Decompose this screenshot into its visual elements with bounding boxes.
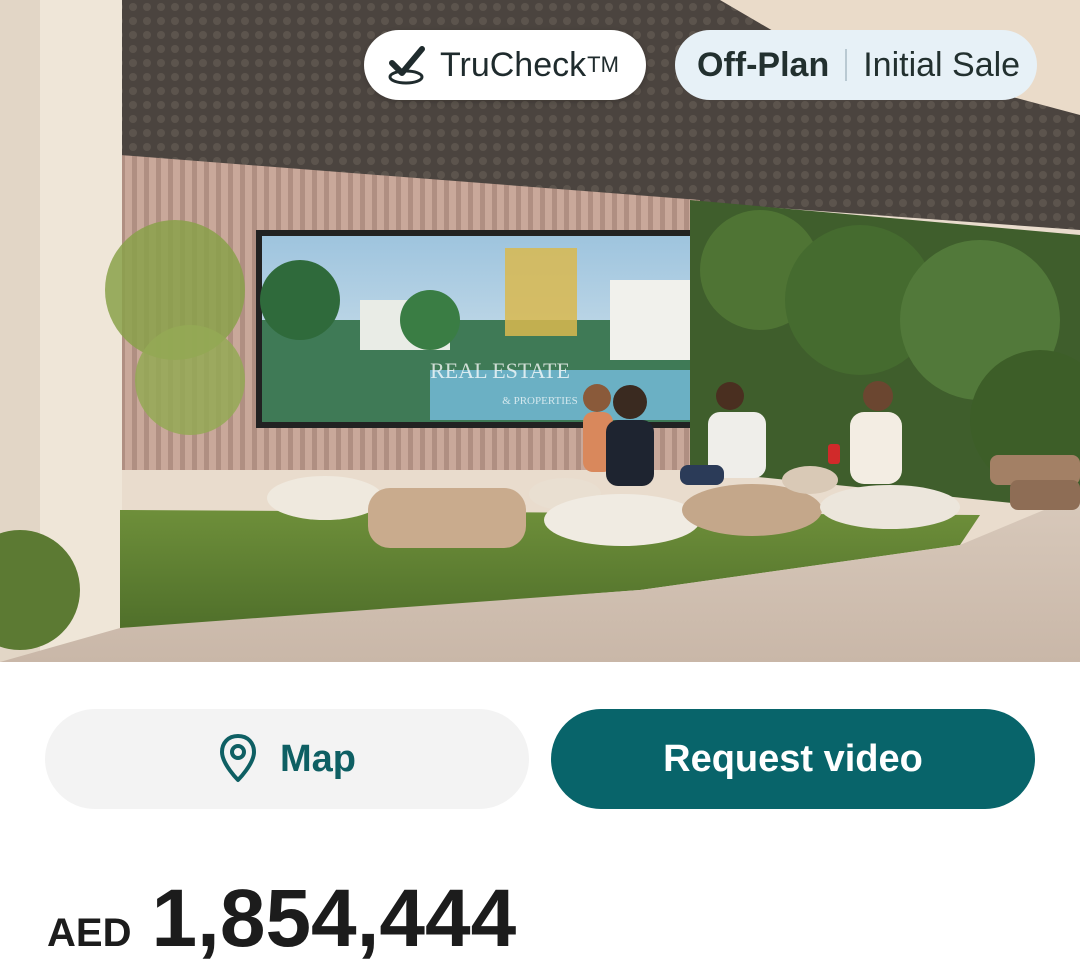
trucheck-label: TruCheck (440, 45, 587, 84)
check-icon (388, 46, 425, 85)
map-button[interactable]: Map (45, 709, 529, 809)
svg-text:REAL ESTATE: REAL ESTATE (430, 358, 570, 383)
price-currency: AED (47, 911, 132, 955)
trademark-symbol: TM (587, 52, 619, 77)
price-amount: 1,854,444 (151, 873, 517, 964)
completion-status-badge: Off-Plan Initial Sale (675, 30, 1037, 100)
listing-price: AED 1,854,444 (47, 872, 516, 966)
status-secondary: Initial Sale (863, 45, 1021, 84)
request-video-label: Request video (663, 737, 923, 780)
map-button-label: Map (280, 737, 356, 780)
request-video-button[interactable]: Request video (551, 709, 1035, 809)
map-pin-icon (220, 734, 256, 782)
status-primary: Off-Plan (697, 45, 830, 84)
trucheck-badge[interactable]: TruCheck TM (364, 30, 646, 100)
svg-text:& PROPERTIES: & PROPERTIES (502, 395, 577, 407)
status-divider (845, 49, 848, 81)
listing-page: REAL ESTATE & PROPERTIES TruCheck TM Off… (0, 0, 1080, 969)
